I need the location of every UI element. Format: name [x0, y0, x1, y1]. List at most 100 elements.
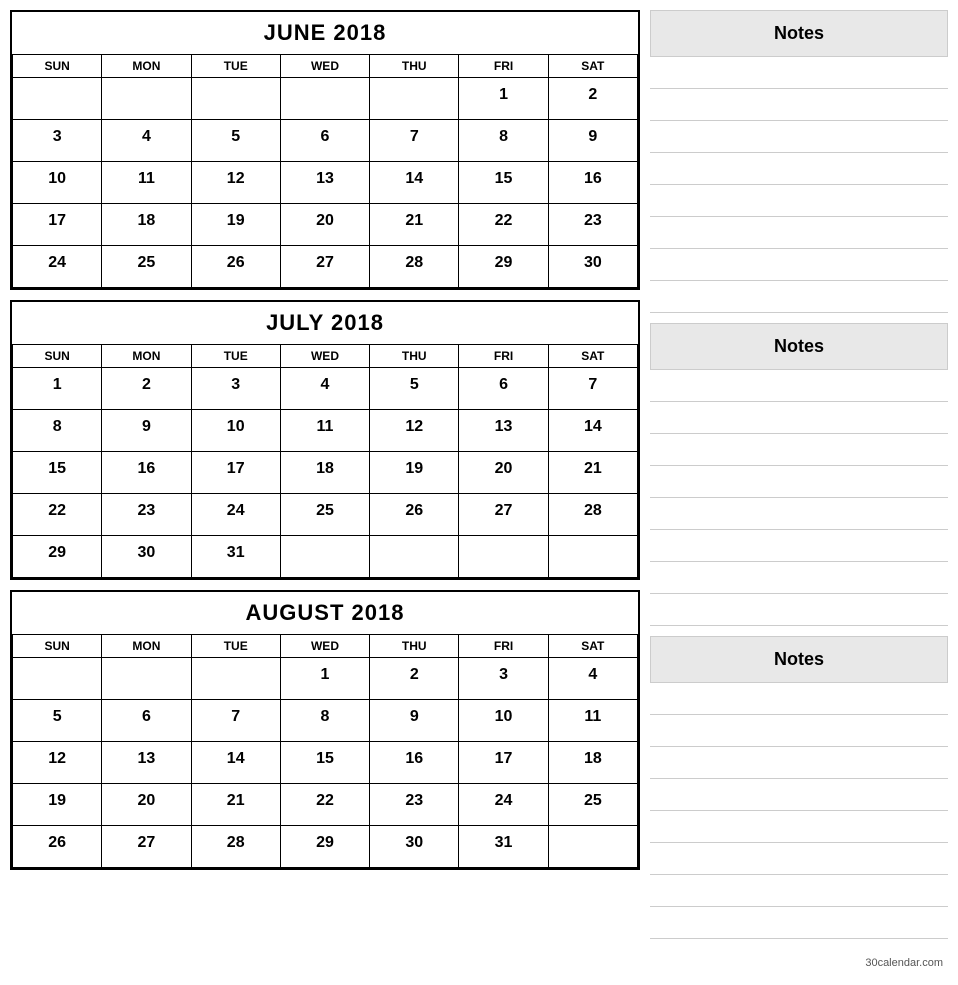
- calendar-title-june2018: JUNE 2018: [12, 12, 638, 54]
- calendar-day-cell: [370, 78, 459, 120]
- notes-line[interactable]: [650, 843, 948, 875]
- notes-line[interactable]: [650, 715, 948, 747]
- notes-line[interactable]: [650, 811, 948, 843]
- calendar-week-row: 567891011: [13, 700, 638, 742]
- calendar-day-cell: 21: [548, 452, 637, 494]
- notes-line[interactable]: [650, 683, 948, 715]
- calendar-day-cell: 9: [548, 120, 637, 162]
- notes-line[interactable]: [650, 402, 948, 434]
- notes-section-2: Notes: [650, 636, 948, 939]
- calendar-day-cell: 28: [191, 826, 280, 868]
- calendar-day-cell: 27: [459, 494, 548, 536]
- notes-header-0: Notes: [650, 10, 948, 57]
- calendar-day-cell: 22: [280, 784, 369, 826]
- notes-line[interactable]: [650, 57, 948, 89]
- calendar-day-cell: 31: [459, 826, 548, 868]
- calendar-day-cell: 23: [370, 784, 459, 826]
- notes-line[interactable]: [650, 89, 948, 121]
- calendar-day-header: WED: [280, 635, 369, 658]
- calendar-week-row: 10111213141516: [13, 162, 638, 204]
- calendar-day-cell: [459, 536, 548, 578]
- calendar-day-cell: 25: [548, 784, 637, 826]
- calendar-day-cell: 7: [370, 120, 459, 162]
- notes-line[interactable]: [650, 498, 948, 530]
- calendar-day-cell: [370, 536, 459, 578]
- calendar-day-cell: 21: [370, 204, 459, 246]
- calendar-day-cell: 11: [548, 700, 637, 742]
- calendar-table-june2018: SUNMONTUEWEDTHUFRISAT1234567891011121314…: [12, 54, 638, 288]
- calendar-day-cell: 21: [191, 784, 280, 826]
- calendar-day-header: MON: [102, 635, 191, 658]
- calendar-day-header: THU: [370, 635, 459, 658]
- calendar-week-row: 12: [13, 78, 638, 120]
- notes-line[interactable]: [650, 434, 948, 466]
- calendar-day-cell: 29: [280, 826, 369, 868]
- calendar-week-row: 22232425262728: [13, 494, 638, 536]
- calendar-june2018: JUNE 2018SUNMONTUEWEDTHUFRISAT1234567891…: [10, 10, 640, 290]
- calendar-day-cell: [191, 78, 280, 120]
- notes-line[interactable]: [650, 153, 948, 185]
- calendar-day-cell: 20: [280, 204, 369, 246]
- notes-line[interactable]: [650, 875, 948, 907]
- calendar-day-cell: 23: [102, 494, 191, 536]
- calendar-day-cell: 19: [370, 452, 459, 494]
- calendar-day-cell: 7: [548, 368, 637, 410]
- calendar-day-cell: 30: [102, 536, 191, 578]
- calendar-day-cell: 19: [13, 784, 102, 826]
- calendar-day-cell: 26: [191, 246, 280, 288]
- calendar-day-cell: 2: [548, 78, 637, 120]
- calendar-day-header: WED: [280, 345, 369, 368]
- calendar-title-august2018: AUGUST 2018: [12, 592, 638, 634]
- calendar-week-row: 1234: [13, 658, 638, 700]
- calendar-july2018: JULY 2018SUNMONTUEWEDTHUFRISAT1234567891…: [10, 300, 640, 580]
- calendar-day-header: SAT: [548, 55, 637, 78]
- calendar-day-cell: 11: [102, 162, 191, 204]
- calendar-day-cell: 25: [102, 246, 191, 288]
- calendar-day-cell: 19: [191, 204, 280, 246]
- calendar-day-header: THU: [370, 55, 459, 78]
- calendar-week-row: 3456789: [13, 120, 638, 162]
- notes-section-0: Notes: [650, 10, 948, 313]
- notes-line[interactable]: [650, 466, 948, 498]
- calendar-day-cell: 23: [548, 204, 637, 246]
- calendar-day-cell: 20: [102, 784, 191, 826]
- calendar-title-july2018: JULY 2018: [12, 302, 638, 344]
- calendar-day-cell: 3: [191, 368, 280, 410]
- calendar-day-header: MON: [102, 55, 191, 78]
- calendar-day-cell: 3: [459, 658, 548, 700]
- notes-line[interactable]: [650, 907, 948, 939]
- notes-line[interactable]: [650, 185, 948, 217]
- calendar-day-cell: 16: [370, 742, 459, 784]
- calendar-day-cell: 18: [548, 742, 637, 784]
- calendar-day-cell: 3: [13, 120, 102, 162]
- calendar-day-cell: 28: [370, 246, 459, 288]
- calendar-day-cell: [102, 658, 191, 700]
- notes-line[interactable]: [650, 217, 948, 249]
- notes-line[interactable]: [650, 779, 948, 811]
- calendar-week-row: 293031: [13, 536, 638, 578]
- notes-line[interactable]: [650, 530, 948, 562]
- calendar-day-cell: 1: [459, 78, 548, 120]
- calendar-table-july2018: SUNMONTUEWEDTHUFRISAT1234567891011121314…: [12, 344, 638, 578]
- calendar-week-row: 24252627282930: [13, 246, 638, 288]
- calendar-day-cell: [13, 658, 102, 700]
- calendar-day-cell: 13: [102, 742, 191, 784]
- notes-line[interactable]: [650, 249, 948, 281]
- calendar-day-cell: 1: [280, 658, 369, 700]
- calendar-day-cell: 17: [13, 204, 102, 246]
- notes-line[interactable]: [650, 121, 948, 153]
- notes-line[interactable]: [650, 562, 948, 594]
- calendar-day-cell: 24: [191, 494, 280, 536]
- calendar-day-cell: 25: [280, 494, 369, 536]
- calendar-day-header: SUN: [13, 55, 102, 78]
- calendar-day-cell: 18: [280, 452, 369, 494]
- calendar-week-row: 17181920212223: [13, 204, 638, 246]
- calendar-day-cell: 9: [370, 700, 459, 742]
- notes-line[interactable]: [650, 281, 948, 313]
- calendar-day-cell: 22: [459, 204, 548, 246]
- notes-line[interactable]: [650, 594, 948, 626]
- calendar-august2018: AUGUST 2018SUNMONTUEWEDTHUFRISAT12345678…: [10, 590, 640, 870]
- calendar-day-cell: 5: [13, 700, 102, 742]
- notes-line[interactable]: [650, 370, 948, 402]
- notes-line[interactable]: [650, 747, 948, 779]
